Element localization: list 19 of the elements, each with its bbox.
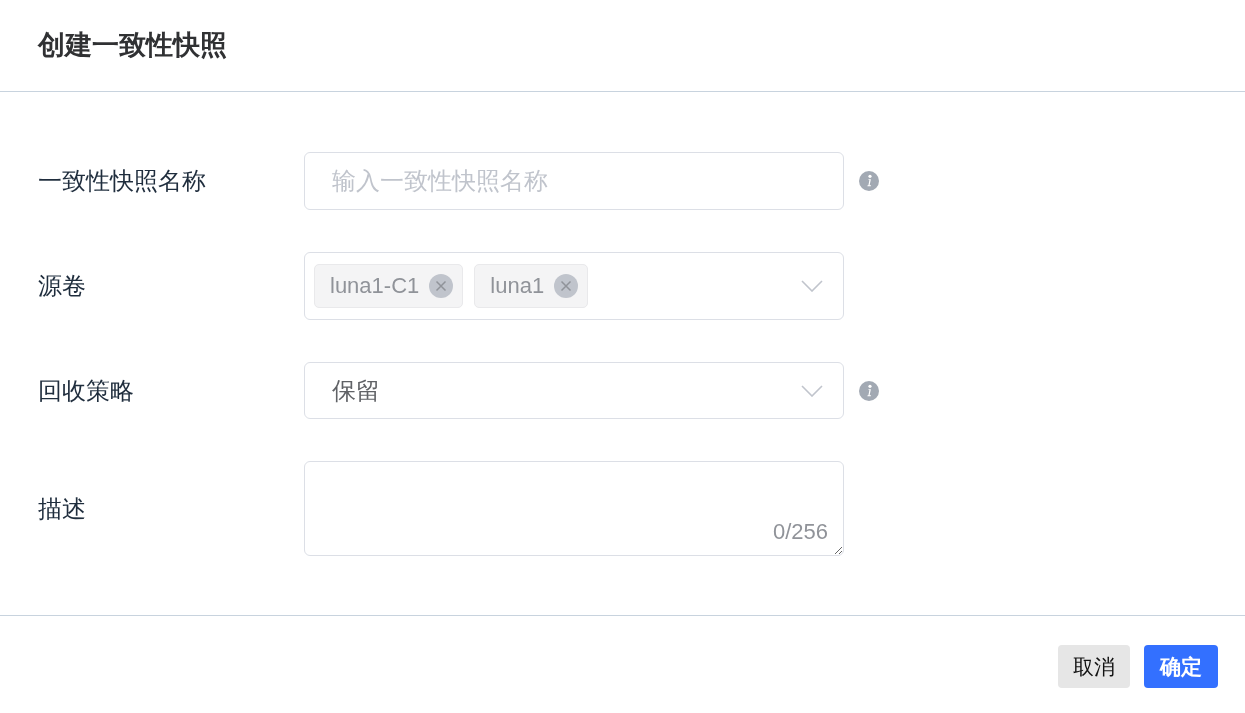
character-counter: 0/256 <box>772 521 828 543</box>
info-icon[interactable] <box>859 380 879 401</box>
field-label: 一致性快照名称 <box>38 169 206 193</box>
policy-select[interactable]: 保留 <box>304 362 844 419</box>
tag-label: luna1-C1 <box>330 275 420 297</box>
dialog-title: 创建一致性快照 <box>38 32 227 59</box>
tag-label: luna1 <box>490 275 545 297</box>
close-icon[interactable] <box>429 274 454 298</box>
info-icon[interactable] <box>859 171 879 191</box>
description-textarea[interactable] <box>304 461 844 556</box>
chevron-down-icon[interactable] <box>801 280 823 292</box>
cancel-button[interactable]: 取消 <box>1058 645 1130 688</box>
close-icon[interactable] <box>554 274 579 298</box>
chevron-down-icon[interactable] <box>801 384 823 397</box>
confirm-button[interactable]: 确定 <box>1144 645 1218 688</box>
field-label: 回收策略 <box>38 378 134 403</box>
field-label: 源卷 <box>38 274 86 298</box>
name-input[interactable]: 输入一致性快照名称 <box>304 152 844 210</box>
field-label: 描述 <box>38 496 86 521</box>
